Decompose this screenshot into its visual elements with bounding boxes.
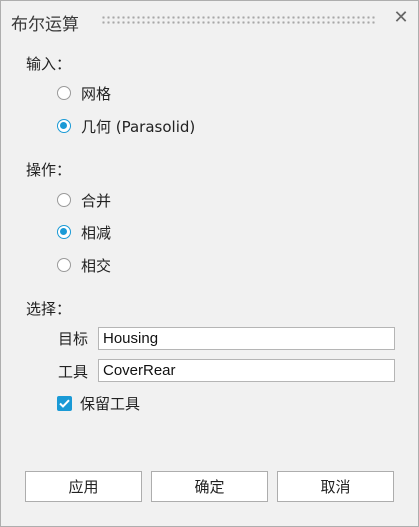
radio-intersect[interactable] [57,258,71,272]
input-section-label: 输入： [26,55,72,73]
keep-tool-checkbox[interactable] [57,395,72,411]
target-label: 目标 [58,330,89,348]
ok-button[interactable]: 确定 [151,471,268,502]
input-option-parasolid[interactable]: 几何 (Parasolid) [57,116,195,136]
radio-subtract[interactable] [57,225,71,239]
radio-mesh[interactable] [57,86,71,100]
radio-union[interactable] [57,193,71,207]
input-option-parasolid-label: 几何 (Parasolid) [81,117,196,136]
dialog-title: 布尔运算 [11,15,79,35]
operation-section-label: 操作： [26,161,72,179]
selection-section-label: 选择： [26,300,72,318]
operation-option-intersect-label: 相交 [81,256,112,275]
operation-option-subtract-label: 相减 [81,223,112,242]
operation-option-intersect[interactable]: 相交 [57,255,111,275]
operation-option-subtract[interactable]: 相减 [57,222,111,242]
operation-option-union-label: 合并 [81,191,112,210]
checkmark-icon [59,399,70,408]
boolean-dialog: 布尔运算 ✕ 输入： 网格 几何 (Parasolid) 操作： 合并 相减 相… [0,0,419,527]
radio-parasolid[interactable] [57,119,71,133]
apply-button[interactable]: 应用 [25,471,142,502]
keep-tool-option[interactable]: 保留工具 [57,393,140,413]
tool-field[interactable]: CoverRear [98,359,395,382]
tool-label: 工具 [58,363,89,381]
close-icon[interactable]: ✕ [390,7,412,29]
input-option-mesh-label: 网格 [81,84,112,103]
operation-option-union[interactable]: 合并 [57,190,111,210]
target-field[interactable]: Housing [98,327,395,350]
keep-tool-label: 保留工具 [80,394,141,413]
drag-handle[interactable] [101,15,377,25]
input-option-mesh[interactable]: 网格 [57,83,111,103]
cancel-button[interactable]: 取消 [277,471,394,502]
